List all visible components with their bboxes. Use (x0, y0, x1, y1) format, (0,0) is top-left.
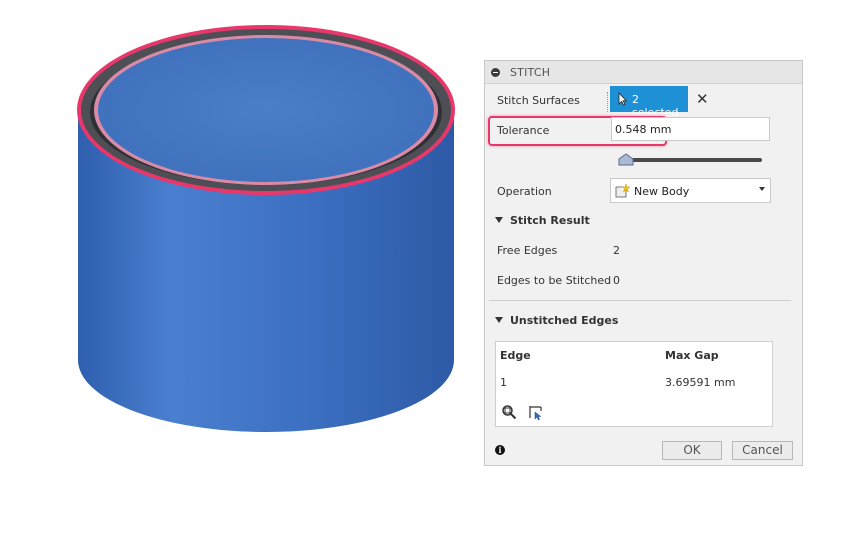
collapse-triangle-icon[interactable] (495, 217, 503, 223)
chevron-down-icon (759, 187, 765, 191)
stitch-surfaces-label: Stitch Surfaces (497, 94, 580, 107)
info-icon[interactable]: i (495, 445, 505, 455)
ok-button[interactable]: OK (662, 441, 722, 460)
new-body-icon (615, 183, 630, 198)
section-divider (489, 300, 791, 301)
edge-selection-icon[interactable] (528, 404, 544, 420)
tolerance-label: Tolerance (497, 124, 550, 137)
free-edges-label: Free Edges (497, 244, 558, 257)
cylinder-body[interactable] (0, 0, 480, 533)
table-cell-max-gap[interactable]: 3.69591 mm (665, 376, 735, 389)
unstitched-edges-table: Edge Max Gap 1 3.69591 mm (495, 341, 773, 427)
surface-selection-button[interactable]: 2 selected (610, 86, 688, 119)
column-header-max-gap: Max Gap (665, 349, 719, 362)
operation-label: Operation (497, 185, 552, 198)
stitch-result-heading[interactable]: Stitch Result (495, 214, 590, 227)
divider (607, 92, 609, 112)
slider-thumb-icon[interactable] (618, 153, 634, 166)
table-cell-edge[interactable]: 1 (500, 376, 507, 389)
clear-selection-icon[interactable]: ✕ (696, 90, 709, 108)
column-header-edge: Edge (500, 349, 531, 362)
tolerance-slider-track[interactable] (622, 158, 762, 162)
unstitched-edges-label: Unstitched Edges (510, 314, 619, 327)
dialog-footer: i OK Cancel (485, 436, 802, 465)
zoom-to-edge-icon[interactable] (501, 404, 517, 420)
tolerance-input[interactable]: 0.548 mm (611, 117, 770, 141)
edges-to-be-stitched-label: Edges to be Stitched (497, 274, 612, 287)
unstitched-edges-heading[interactable]: Unstitched Edges (495, 314, 618, 327)
stitch-result-label: Stitch Result (510, 214, 590, 227)
free-edges-value: 2 (613, 244, 620, 257)
model-viewport[interactable] (0, 0, 480, 533)
dialog-title: STITCH (510, 66, 551, 79)
stitch-dialog: STITCH Stitch Surfaces 2 selected ✕ Tole… (484, 60, 803, 466)
operation-value: New Body (634, 185, 690, 198)
collapse-triangle-icon[interactable] (495, 317, 503, 323)
cancel-button[interactable]: Cancel (732, 441, 793, 460)
cursor-icon (618, 92, 627, 106)
collapse-icon[interactable] (491, 68, 500, 77)
edges-to-be-stitched-value: 0 (613, 274, 620, 287)
operation-dropdown[interactable]: New Body (610, 178, 771, 203)
dialog-header: STITCH (485, 61, 802, 84)
